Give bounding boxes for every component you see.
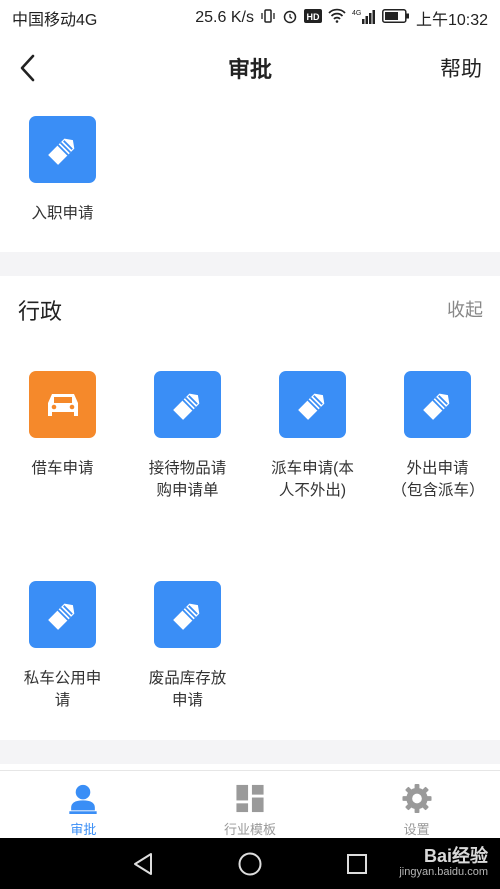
- app-item-reception-purchase[interactable]: 接待物品请购申请单: [125, 371, 250, 502]
- top-section: 入职申请: [0, 100, 500, 252]
- app-label: 外出申请（包含派车）: [391, 460, 485, 499]
- page-title: 审批: [227, 57, 272, 82]
- watermark: Bai经验 jingyan.baidu.com: [399, 842, 488, 878]
- tag-icon: [29, 581, 96, 648]
- tab-industry-templates[interactable]: 行业模板: [167, 771, 334, 838]
- status-indicators: 25.6 K/s HD 4G 上午10:32: [195, 6, 488, 30]
- app-label: 私车公用申请: [23, 670, 102, 709]
- status-bar: 中国移动4G 25.6 K/s HD 4G 上午10:32: [0, 0, 500, 36]
- app-item-dispatch-car[interactable]: 派车申请(本人不外出): [250, 371, 375, 502]
- bottom-tab-bar: 审批 行业模板 设置: [0, 770, 500, 838]
- vibrate-icon: [260, 8, 276, 29]
- hd-icon: HD: [303, 8, 322, 28]
- tab-label: 设置: [403, 822, 430, 837]
- app-item-go-out[interactable]: 外出申请（包含派车）: [375, 371, 500, 502]
- tab-approval[interactable]: 审批: [0, 771, 167, 838]
- app-item-private-car[interactable]: 私车公用申请: [0, 581, 125, 712]
- app-item-borrow-car[interactable]: 借车申请: [0, 371, 125, 480]
- network-speed: 25.6 K/s: [195, 9, 254, 26]
- network-type-label: 4G: [352, 10, 361, 17]
- clock: 上午10:32: [415, 12, 488, 29]
- tab-label: 行业模板: [224, 822, 277, 837]
- watermark-sub: jingyan.baidu.com: [399, 866, 488, 878]
- circle-home-icon: [238, 852, 262, 875]
- watermark-main: Bai经验: [423, 846, 488, 866]
- app-label: 借车申请: [31, 460, 94, 477]
- chevron-left-icon: [20, 54, 35, 82]
- tag-icon: [279, 371, 346, 438]
- car-icon: [29, 371, 96, 438]
- gear-icon: [402, 783, 432, 814]
- tag-icon: [29, 116, 96, 183]
- alarm-icon: [282, 8, 298, 29]
- tab-settings[interactable]: 设置: [333, 771, 500, 838]
- home-nav-button[interactable]: [237, 851, 263, 877]
- wifi-icon: [328, 8, 346, 28]
- back-nav-button[interactable]: [131, 851, 155, 877]
- tag-icon: [154, 581, 221, 648]
- app-label: 接待物品请购申请单: [148, 460, 227, 499]
- svg-text:HD: HD: [306, 12, 319, 22]
- help-button[interactable]: 帮助: [440, 53, 482, 83]
- signal-icon: 4G: [352, 8, 376, 29]
- app-item-onboarding[interactable]: 入职申请: [0, 116, 125, 225]
- app-label: 派车申请(本人不外出): [271, 460, 354, 499]
- collapse-button[interactable]: 收起: [447, 296, 483, 322]
- tab-label: 审批: [70, 822, 97, 837]
- tag-icon: [154, 371, 221, 438]
- square-recents-icon: [347, 853, 367, 874]
- back-button[interactable]: [18, 53, 36, 83]
- battery-icon: [382, 8, 410, 28]
- tag-icon: [404, 371, 471, 438]
- app-label: 废品库存放申请: [148, 670, 227, 709]
- grid-icon: [236, 784, 264, 813]
- app-item-scrap-storage[interactable]: 废品库存放申请: [125, 581, 250, 712]
- recents-nav-button[interactable]: [345, 852, 369, 876]
- section-title: 行政: [18, 299, 63, 324]
- person-icon: [69, 784, 98, 814]
- triangle-back-icon: [134, 852, 152, 875]
- app-label: 入职申请: [31, 205, 94, 222]
- admin-section: 行政 收起 借车申请 接待物品请购申请单 派车申请(本人不外出) 外出申请（包含…: [0, 276, 500, 740]
- carrier-label: 中国移动4G: [12, 12, 98, 29]
- nav-bar: 审批 帮助: [0, 36, 500, 100]
